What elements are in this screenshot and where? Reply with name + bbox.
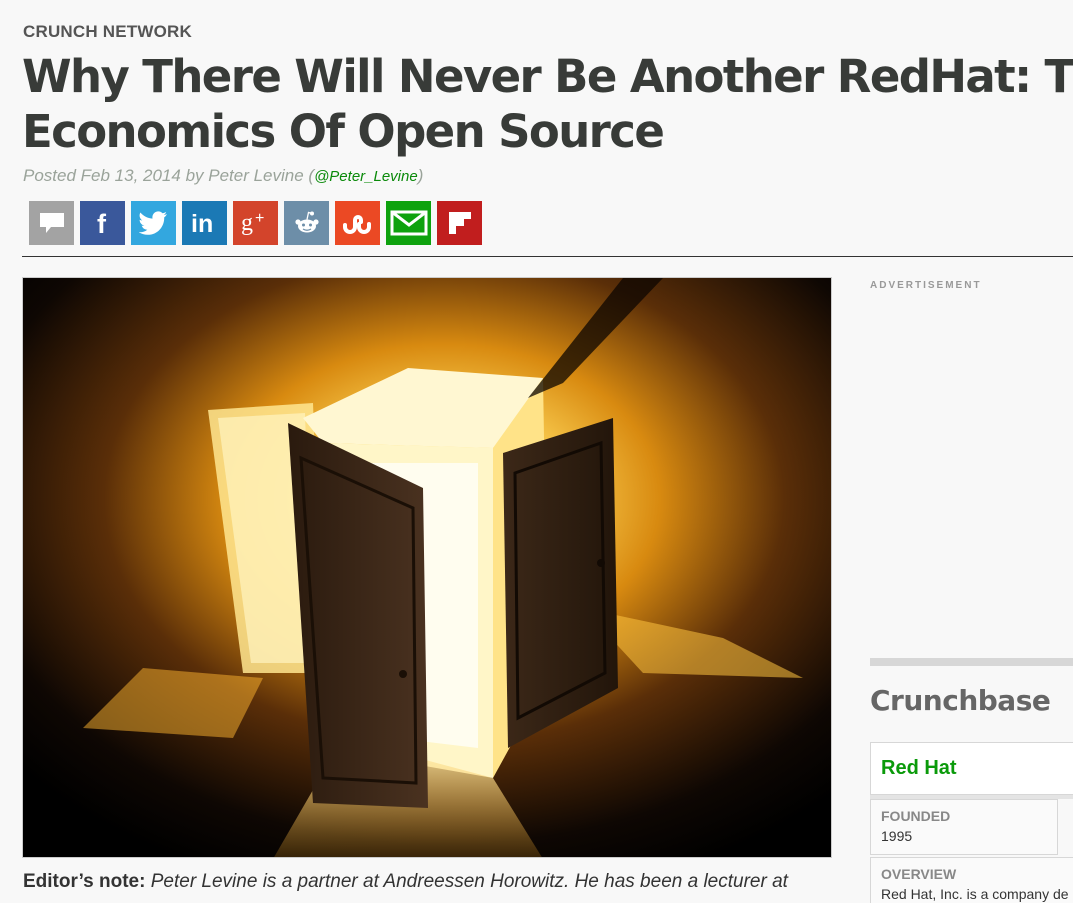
share-linkedin-button[interactable]: in bbox=[182, 201, 227, 245]
share-comments-button[interactable] bbox=[29, 201, 74, 245]
byline: Posted Feb 13, 2014 by Peter Levine (@Pe… bbox=[23, 166, 423, 186]
share-email-button[interactable] bbox=[386, 201, 431, 245]
svg-text:f: f bbox=[97, 210, 107, 236]
crunchbase-company-card[interactable]: Red Hat bbox=[870, 742, 1073, 795]
svg-text:in: in bbox=[191, 210, 213, 236]
overview-value: Red Hat, Inc. is a company de bbox=[881, 886, 1069, 902]
editor-note-text: Peter Levine is a partner at Andreessen … bbox=[145, 871, 788, 892]
reddit-icon bbox=[294, 211, 319, 233]
author-handle-link[interactable]: @Peter_Levine bbox=[314, 168, 418, 185]
founded-label: FOUNDED bbox=[881, 808, 951, 824]
editor-note: Editor’s note: Peter Levine is a partner… bbox=[23, 871, 788, 893]
email-icon bbox=[390, 210, 427, 236]
linkedin-icon: in bbox=[191, 210, 213, 236]
byline-close: ) bbox=[417, 166, 424, 185]
editor-note-label: Editor’s note: bbox=[23, 871, 146, 892]
crunchbase-divider bbox=[870, 658, 1073, 666]
google-plus-icon: g + bbox=[241, 210, 264, 236]
share-twitter-button[interactable] bbox=[131, 201, 176, 245]
crunchbase-overview: OVERVIEW Red Hat, Inc. is a company de bbox=[870, 857, 1073, 903]
twitter-icon bbox=[138, 211, 167, 235]
share-stumbleupon-button[interactable] bbox=[335, 201, 380, 245]
svg-text:g: g bbox=[241, 210, 253, 236]
share-google-plus-button[interactable]: g + bbox=[233, 201, 278, 245]
advertisement-label: ADVERTISEMENT bbox=[870, 280, 982, 291]
share-flipboard-button[interactable] bbox=[437, 201, 482, 245]
article-title: Why There Will Never Be Another RedHat: … bbox=[22, 50, 1073, 158]
hero-image[interactable] bbox=[22, 277, 832, 858]
hero-illustration bbox=[23, 278, 831, 857]
overview-label: OVERVIEW bbox=[881, 866, 957, 882]
header-divider bbox=[22, 256, 1073, 257]
crunchbase-company-link[interactable]: Red Hat bbox=[881, 757, 957, 780]
svg-text:+: + bbox=[255, 210, 264, 227]
crunchbase-title: Crunchbase bbox=[870, 684, 1051, 717]
facebook-icon: f bbox=[97, 210, 107, 236]
share-toolbar: f in g + bbox=[29, 201, 482, 245]
section-label[interactable]: CRUNCH NETWORK bbox=[23, 22, 192, 42]
comment-icon bbox=[39, 213, 64, 233]
byline-text: Posted Feb 13, 2014 by Peter Levine ( bbox=[23, 166, 315, 185]
crunchbase-founded: FOUNDED 1995 bbox=[870, 799, 1058, 855]
founded-value: 1995 bbox=[881, 828, 913, 844]
stumbleupon-icon bbox=[342, 215, 371, 234]
share-facebook-button[interactable]: f bbox=[80, 201, 125, 245]
share-reddit-button[interactable] bbox=[284, 201, 329, 245]
article-page: CRUNCH NETWORK Why There Will Never Be A… bbox=[0, 0, 1073, 903]
flipboard-icon bbox=[448, 212, 471, 234]
